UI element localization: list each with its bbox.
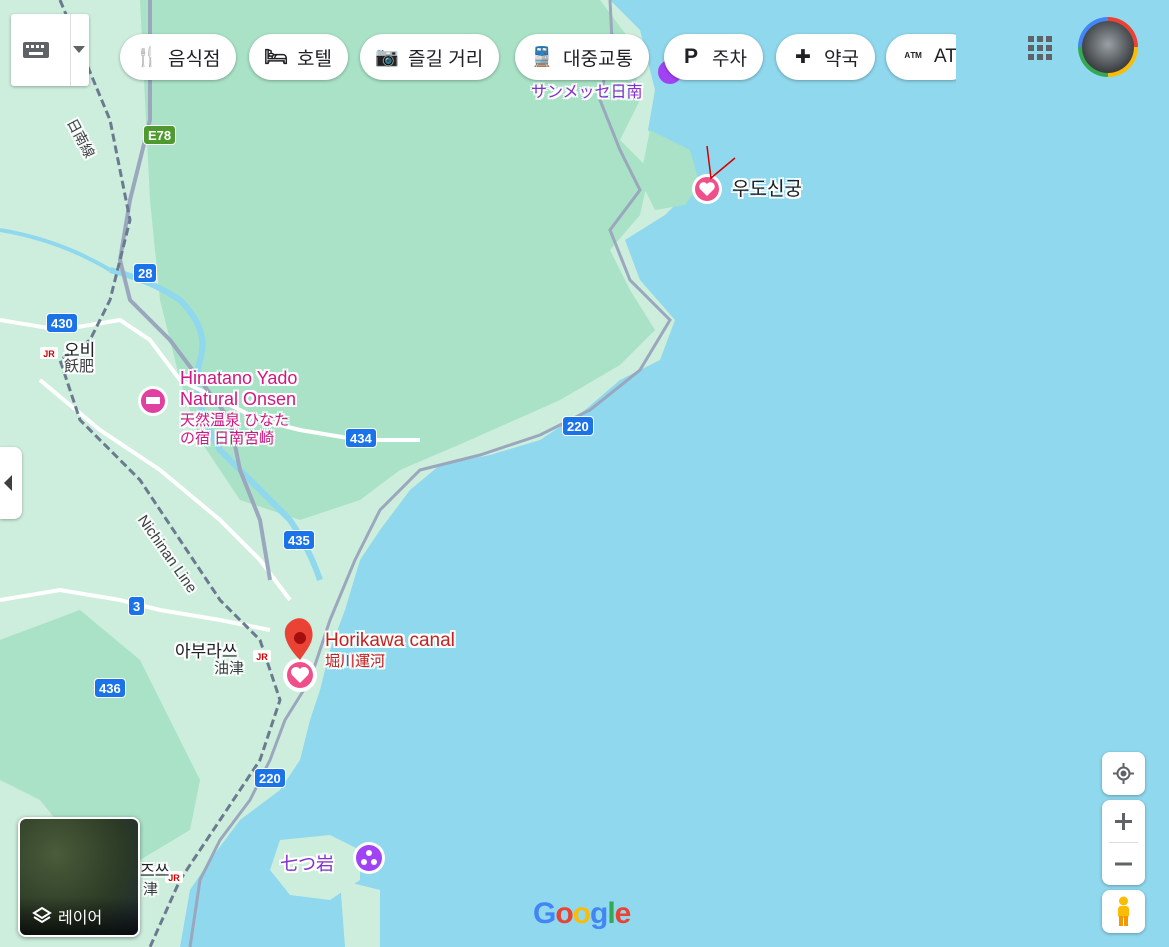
place-label-nanatsuiwa[interactable]: 七つ岩 bbox=[280, 850, 334, 876]
svg-text:JR: JR bbox=[168, 873, 180, 883]
svg-text:JR: JR bbox=[43, 349, 55, 359]
chip-restaurants[interactable]: 🍴 음식점 bbox=[120, 34, 237, 80]
side-panel-toggle[interactable] bbox=[0, 447, 22, 519]
keyboard-icon bbox=[23, 42, 49, 58]
place-label-udo[interactable]: 우도신궁 bbox=[732, 174, 802, 201]
chip-label: AT bbox=[934, 46, 956, 67]
divider bbox=[70, 14, 71, 86]
bed-icon: 🛏 bbox=[263, 47, 289, 68]
zoom-in-button[interactable] bbox=[1102, 800, 1145, 842]
place-label-horikawa-ja[interactable]: 堀川運河 bbox=[325, 650, 385, 671]
peninsula-south bbox=[340, 880, 380, 947]
google-apps-icon[interactable] bbox=[1026, 34, 1054, 62]
utensils-icon: 🍴 bbox=[135, 47, 159, 68]
chevron-down-icon[interactable] bbox=[73, 46, 85, 54]
road-shield-e78: E78 bbox=[143, 125, 177, 145]
road-shield-3: 3 bbox=[128, 596, 146, 616]
zoom-out-button[interactable] bbox=[1102, 843, 1145, 885]
road-shield-435: 435 bbox=[283, 530, 315, 550]
road-shield-220-south: 220 bbox=[254, 768, 286, 788]
street-view-pegman-button[interactable] bbox=[1102, 890, 1145, 933]
svg-text:JR: JR bbox=[256, 652, 268, 662]
category-chip-bar: 🍴 음식점 🛏 호텔 📷 즐길 거리 🚆 대중교통 P 주차 ✚ 약국 ᴬᵀᴹ … bbox=[112, 0, 956, 90]
poi-hinatano-onsen[interactable] bbox=[138, 386, 168, 416]
chip-hotels[interactable]: 🛏 호텔 bbox=[249, 34, 348, 80]
road-shield-430: 430 bbox=[46, 313, 78, 333]
road-shield-436: 436 bbox=[94, 678, 126, 698]
google-logo: Google bbox=[533, 897, 631, 930]
chip-pharmacy[interactable]: ✚ 약국 bbox=[776, 34, 875, 80]
atm-icon: ᴬᵀᴹ bbox=[904, 50, 922, 64]
place-label-hinatano-2[interactable]: Natural Onsen bbox=[180, 389, 296, 410]
poi-nanatsuiwa[interactable] bbox=[353, 842, 385, 874]
chip-things-to-do[interactable]: 📷 즐길 거리 bbox=[360, 34, 500, 80]
plus-icon bbox=[1115, 813, 1132, 830]
chevron-left-icon bbox=[4, 475, 12, 491]
pegman-icon bbox=[1118, 896, 1129, 926]
road-shield-220-north: 220 bbox=[562, 416, 594, 436]
town-label-obi-ja: 飫肥 bbox=[64, 358, 95, 375]
minus-icon bbox=[1115, 862, 1132, 866]
layer-label-bar: 레이어 bbox=[20, 897, 138, 935]
my-location-button[interactable] bbox=[1102, 752, 1145, 795]
layer-label: 레이어 bbox=[58, 910, 103, 927]
parking-icon: P bbox=[683, 45, 698, 68]
layer-toggle-button[interactable]: 레이어 bbox=[18, 817, 140, 937]
keyboard-input-button[interactable] bbox=[11, 14, 89, 86]
chip-label: 주차 bbox=[712, 48, 747, 70]
train-icon: 🚆 bbox=[530, 47, 554, 68]
chip-label: 호텔 bbox=[297, 48, 332, 70]
pharmacy-icon: ✚ bbox=[795, 46, 811, 68]
chip-label: 즐길 거리 bbox=[408, 48, 484, 70]
chip-label: 대중교통 bbox=[563, 48, 633, 70]
road-shield-28: 28 bbox=[133, 263, 158, 283]
account-avatar[interactable] bbox=[1078, 17, 1138, 77]
chip-label: 음식점 bbox=[168, 48, 221, 70]
chip-label: 약국 bbox=[824, 48, 859, 70]
place-label-hinatano-4[interactable]: の宿 日南宮崎 bbox=[180, 427, 274, 448]
avatar-image bbox=[1082, 21, 1134, 73]
place-label-hinatano-1[interactable]: Hinatano Yado bbox=[180, 368, 297, 389]
jr-station-aburatsu[interactable]: JR bbox=[253, 650, 271, 662]
town-label-otsu-ja: 津 bbox=[143, 881, 159, 898]
my-location-icon bbox=[1113, 763, 1134, 784]
town-label-aburatsu-ja: 油津 bbox=[214, 660, 245, 677]
jr-station-obi[interactable]: JR bbox=[40, 347, 58, 359]
chip-atm[interactable]: ᴬᵀᴹ AT bbox=[886, 34, 956, 80]
place-label-horikawa[interactable]: Horikawa canal bbox=[325, 630, 455, 652]
chip-parking[interactable]: P 주차 bbox=[664, 34, 763, 80]
zoom-controls bbox=[1102, 800, 1145, 885]
camera-icon: 📷 bbox=[375, 47, 399, 68]
road-shield-434: 434 bbox=[345, 428, 377, 448]
layers-icon bbox=[32, 906, 52, 924]
chip-transit[interactable]: 🚆 대중교통 bbox=[515, 34, 649, 80]
